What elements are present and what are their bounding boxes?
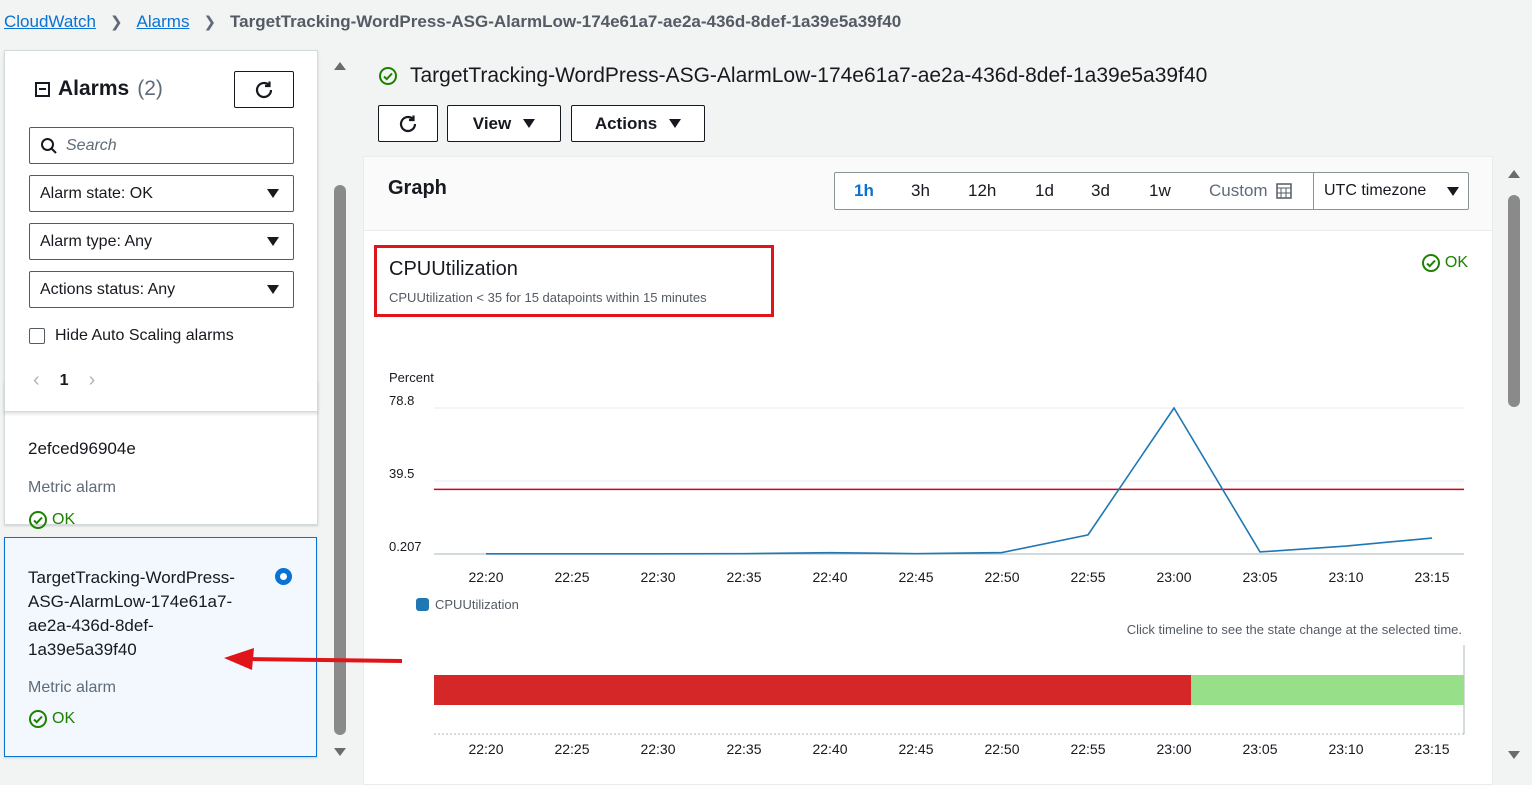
annotation-arrow — [224, 648, 403, 670]
scroll-up-icon[interactable] — [1508, 170, 1520, 178]
scrollbar-thumb[interactable] — [1508, 195, 1520, 407]
right-scrollbar[interactable] — [1505, 160, 1523, 765]
scroll-down-icon[interactable] — [1508, 751, 1520, 759]
